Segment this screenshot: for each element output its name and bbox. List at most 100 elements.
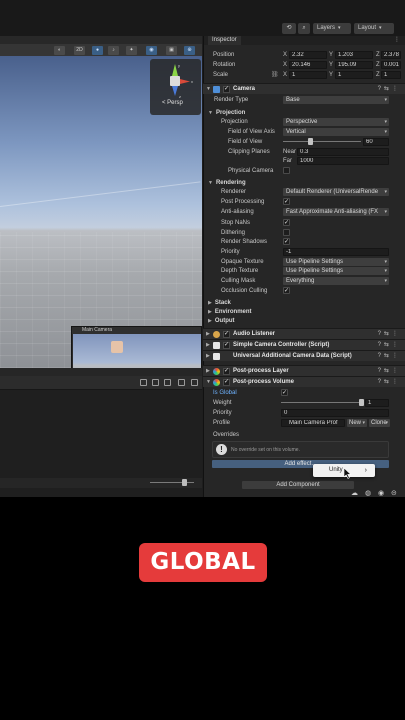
orientation-gizmo[interactable]: y x z < Persp (150, 59, 201, 115)
fov-axis-dropdown[interactable]: Vertical (283, 128, 389, 136)
anti-aliasing-dropdown[interactable]: Fast Approximate Anti-aliasing (FX (283, 208, 389, 216)
gizmos-icon[interactable]: ⊕ (184, 46, 195, 55)
lighting-icon[interactable]: ● (92, 46, 103, 55)
draw-mode-icon[interactable]: ◐ (54, 46, 65, 55)
account-icon[interactable]: ◍ (365, 490, 371, 497)
expand-icon[interactable]: ▶ (206, 351, 210, 362)
opaque-texture-dropdown[interactable]: Use Pipeline Settings (283, 258, 389, 266)
volume-priority-field[interactable]: 0 (281, 409, 389, 417)
perspective-label[interactable]: < Persp (162, 100, 183, 106)
physical-camera-checkbox[interactable] (283, 167, 290, 174)
near-field[interactable]: 0.3 (297, 148, 389, 156)
fov-field[interactable]: 60 (363, 138, 389, 146)
2d-toggle[interactable]: 2D (74, 46, 85, 55)
post-processing-checkbox[interactable]: ✓ (283, 198, 290, 205)
audio-listener-header[interactable]: ▶ ✓ Audio Listener ?⇆⋮ (203, 328, 405, 339)
layout-dropdown[interactable]: Layout ▾ (354, 23, 394, 34)
lock-icon[interactable] (152, 379, 159, 386)
post-process-layer-checkbox[interactable]: ✓ (223, 368, 230, 375)
depth-texture-row: Depth Texture Use Pipeline Settings (203, 266, 405, 276)
urp-camera-data-header[interactable]: ▶ Universal Additional Camera Data (Scri… (203, 350, 405, 361)
dithering-checkbox[interactable] (283, 229, 290, 236)
link-icon[interactable]: ⛓ (271, 70, 279, 80)
projection-dropdown[interactable]: Perspective (283, 118, 389, 126)
camera-component-header[interactable]: ▼ ✓ Camera ?⇆⋮ (203, 83, 405, 94)
rotation-x-field[interactable]: 20.146 (289, 61, 327, 69)
gizmo-z-letter: z (179, 94, 181, 99)
inspector-menu-icon[interactable]: ⋮ (394, 36, 400, 45)
fov-slider-handle[interactable] (308, 138, 313, 145)
post-process-layer-header[interactable]: ▶ ✓ Post-process Layer ?⇆⋮ (203, 365, 405, 376)
rotation-z-field[interactable]: 0.001 (381, 61, 401, 69)
expand-icon[interactable]: ▼ (206, 377, 211, 388)
filter-icon[interactable] (140, 379, 147, 386)
position-x-field[interactable]: 2.32 (289, 51, 327, 59)
scale-x-field[interactable]: 1 (289, 71, 327, 79)
history-icon[interactable]: ⟲ (282, 23, 296, 34)
inspector-tab[interactable]: Inspector (208, 36, 241, 45)
expand-icon[interactable]: ▶ (208, 309, 212, 315)
weight-label: Weight (213, 400, 232, 406)
audio-icon[interactable]: ♪ (108, 46, 119, 55)
gizmo-center-cube[interactable] (170, 76, 180, 86)
expand-icon[interactable]: ▼ (208, 180, 213, 186)
weight-slider-track[interactable] (281, 402, 361, 403)
console-tab-bar (0, 368, 202, 376)
expand-icon[interactable]: ▼ (206, 84, 211, 95)
culling-mask-dropdown[interactable]: Everything (283, 277, 389, 285)
occlusion-culling-checkbox[interactable]: ✓ (283, 287, 290, 294)
add-component-button[interactable]: Add Component (242, 481, 354, 489)
is-global-checkbox[interactable]: ✓ (281, 389, 288, 396)
anti-aliasing-label: Anti-aliasing (221, 209, 254, 215)
priority-field[interactable]: -1 (283, 248, 389, 256)
simple-camera-controller-header[interactable]: ▶ ✓ Simple Camera Controller (Script) ?⇆… (203, 339, 405, 350)
download-icon[interactable]: ⊝ (391, 490, 397, 497)
component-menu-icons[interactable]: ?⇆⋮ (378, 84, 401, 95)
component-menu-icons[interactable]: ?⇆⋮ (378, 377, 401, 388)
eye-icon[interactable] (191, 379, 198, 386)
expand-icon[interactable]: ▼ (208, 110, 213, 116)
position-y-field[interactable]: 1.203 (335, 51, 373, 59)
expand-icon[interactable]: ▶ (208, 318, 212, 324)
camera-icon[interactable]: ▣ (166, 46, 177, 55)
services-icon[interactable]: ◉ (378, 490, 384, 497)
depth-texture-dropdown[interactable]: Use Pipeline Settings (283, 267, 389, 275)
simple-camera-checkbox[interactable]: ✓ (223, 342, 230, 349)
zoom-slider-track[interactable] (150, 482, 194, 483)
far-field[interactable]: 1000 (297, 157, 389, 165)
headphones-icon (213, 331, 220, 338)
post-process-volume-header[interactable]: ▼ ✓ Post-process Volume ?⇆⋮ (203, 376, 405, 387)
renderer-dropdown[interactable]: Default Renderer (UniversalRende (283, 188, 389, 196)
effects-icon[interactable]: ✦ (126, 46, 137, 55)
camera-enabled-checkbox[interactable]: ✓ (223, 86, 230, 93)
search-icon[interactable]: ⌕ (298, 23, 310, 34)
x-axis-cone[interactable] (180, 79, 190, 84)
star-icon[interactable] (164, 379, 171, 386)
collab-icon[interactable]: ☁ (351, 490, 358, 497)
profile-field[interactable]: Main Camera Prof (281, 419, 345, 427)
new-profile-button[interactable]: New (347, 419, 367, 427)
render-type-dropdown[interactable]: Base (283, 96, 389, 104)
weight-field[interactable]: 1 (365, 399, 389, 407)
stop-nans-checkbox[interactable]: ✓ (283, 219, 290, 226)
weight-slider-handle[interactable] (359, 399, 364, 406)
post-process-volume-checkbox[interactable]: ✓ (223, 379, 230, 386)
clone-profile-button[interactable]: Clone (369, 419, 390, 427)
output-section[interactable]: ▶ Output (208, 316, 235, 326)
tag-icon[interactable] (178, 379, 185, 386)
z-axis-cone[interactable] (172, 86, 178, 96)
rotation-y-field[interactable]: 195.09 (335, 61, 373, 69)
component-menu-icons[interactable]: ?⇆⋮ (378, 351, 401, 362)
section-title: Rendering (215, 180, 246, 186)
zoom-slider-handle[interactable] (182, 479, 187, 486)
scene-view[interactable]: ◐ 2D ● ♪ ✦ ◉ ▣ ⊕ y x z < Persp Main Came… (0, 36, 202, 368)
scale-y-field[interactable]: 1 (335, 71, 373, 79)
position-z-field[interactable]: 2.378 (381, 51, 401, 59)
audio-listener-checkbox[interactable]: ✓ (223, 331, 230, 338)
fov-slider-track[interactable] (283, 141, 361, 142)
hidden-objects-icon[interactable]: ◉ (146, 46, 157, 55)
expand-icon[interactable]: ▶ (208, 300, 212, 306)
layers-dropdown[interactable]: Layers ▾ (313, 23, 351, 34)
render-shadows-checkbox[interactable]: ✓ (283, 238, 290, 245)
scale-z-field[interactable]: 1 (381, 71, 401, 79)
